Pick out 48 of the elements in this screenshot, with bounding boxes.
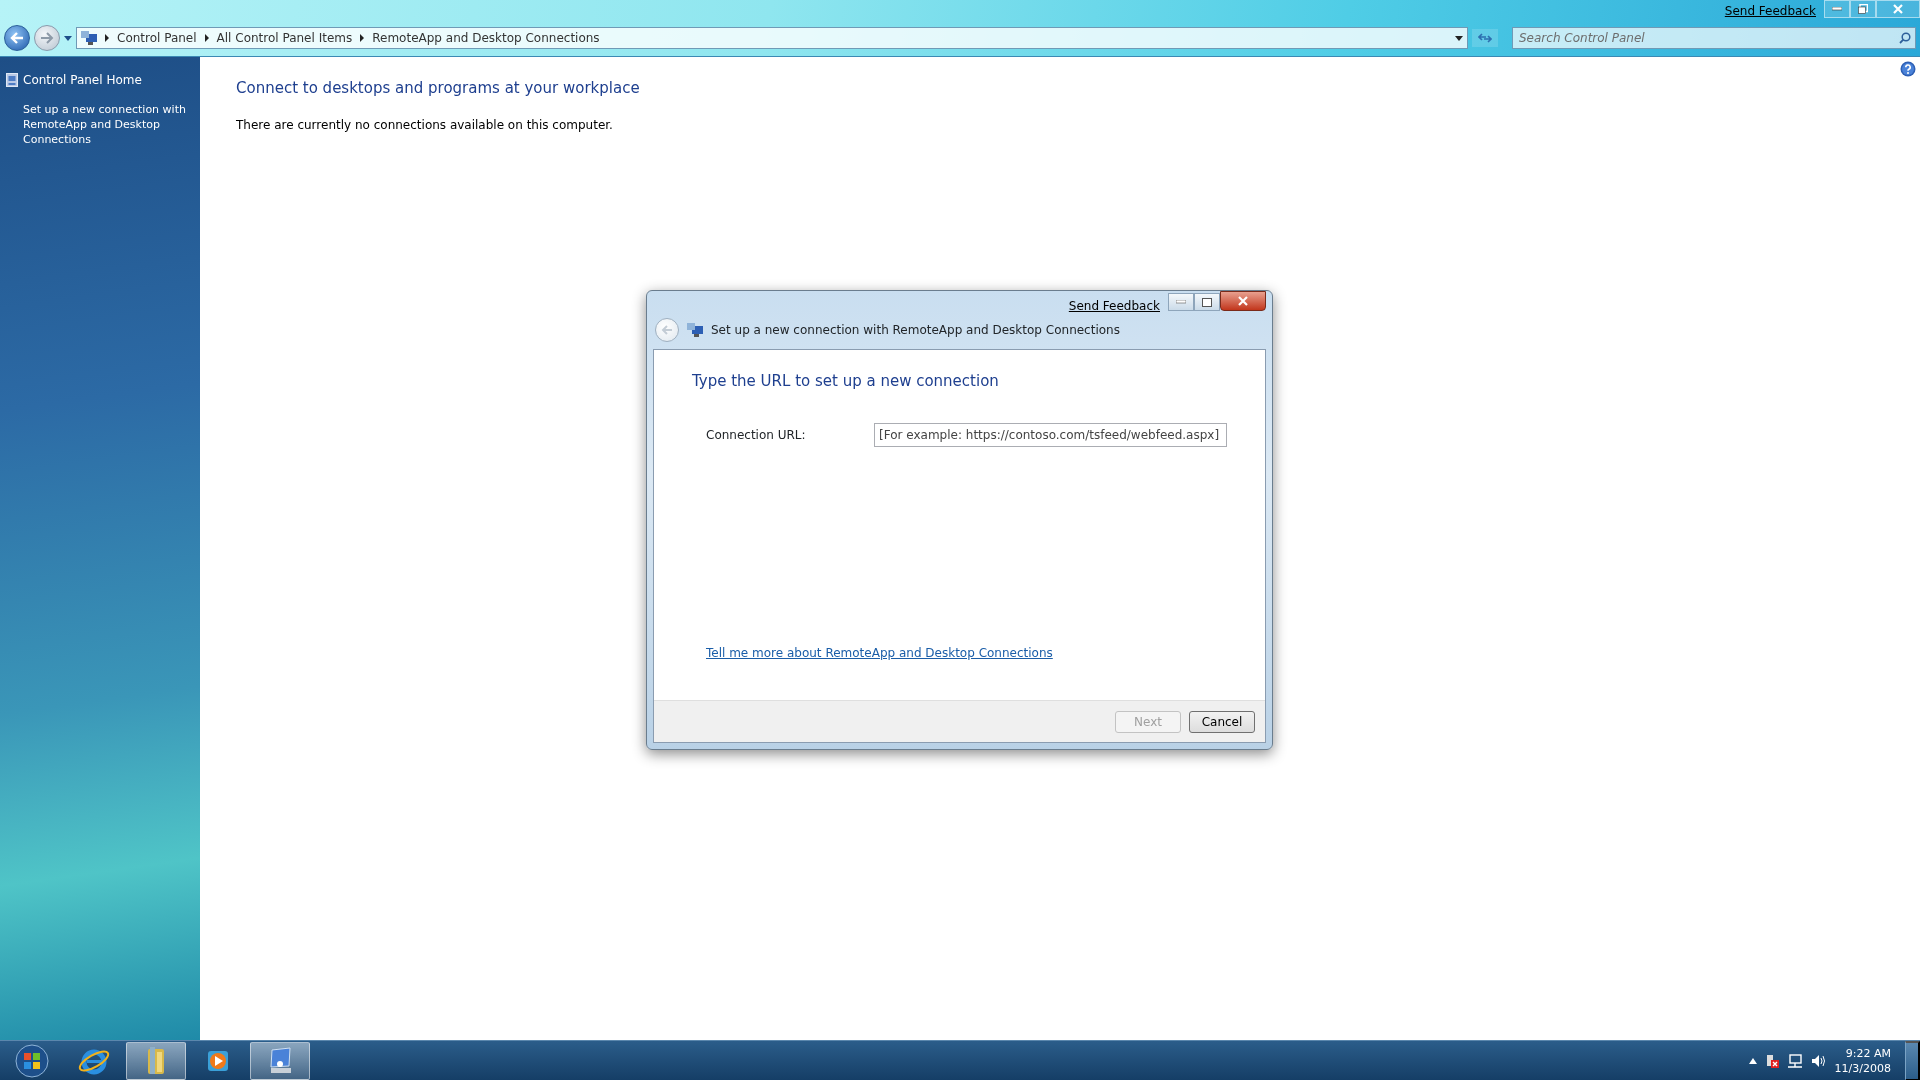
control-panel-icon [81,31,97,45]
control-panel-icon [6,73,18,87]
clock-date[interactable]: 11/3/2008 [1834,1060,1891,1076]
cancel-button[interactable]: Cancel [1189,710,1255,733]
sidebar-link[interactable]: Control Panel Home [6,73,142,88]
back-button[interactable] [4,25,30,51]
send-feedback-link[interactable]: Send Feedback [1068,291,1168,315]
maximize-button[interactable] [1194,293,1220,311]
send-feedback-link[interactable]: Send Feedback [1724,0,1824,20]
restore-button[interactable] [1850,0,1876,18]
dialog-heading: Type the URL to set up a new connection [692,371,1000,392]
close-icon [1893,4,1903,14]
close-icon [1238,296,1248,306]
network-icon[interactable] [1786,1053,1803,1068]
refresh-button[interactable] [1472,29,1498,47]
close-button[interactable] [1220,291,1266,311]
connection-icon [687,323,703,337]
page-heading: Connect to desktops and programs at your workplace [236,78,641,99]
network-error-icon[interactable] [1764,1053,1779,1068]
taskbar-button[interactable] [126,1041,186,1080]
restore-icon [1858,4,1868,14]
forward-arrow-icon [40,32,54,44]
sidebar-link[interactable]: Set up a new connection with RemoteApp and Desktop Connections [6,102,198,147]
taskbar-button[interactable] [250,1041,310,1080]
clock-time[interactable]: 9:22 AM [1845,1045,1891,1061]
maximize-icon [1202,297,1212,307]
breadcrumb-item[interactable]: All Control Panel Items [216,29,353,47]
address-bar[interactable]: Control Panel All Control Panel Items RemoteApp and Desktop Connections [76,27,1468,49]
volume-icon[interactable] [1810,1053,1827,1068]
dialog-title: Set up a new connection with RemoteApp and Desktop Connections [711,322,1120,339]
field-label: Connection URL: [706,426,807,444]
dropdown-arrow-icon[interactable] [64,35,72,41]
minimize-icon [1832,7,1842,11]
minimize-icon [1176,300,1186,304]
search-icon [1899,32,1911,44]
refresh-icon [1478,32,1492,44]
breadcrumb-item[interactable]: RemoteApp and Desktop Connections [372,29,600,47]
status-message: There are currently no connections available on this computer. [236,116,614,134]
help-icon[interactable] [1900,60,1916,77]
start-orb-icon [15,1043,49,1078]
breadcrumb-item[interactable]: Control Panel [117,29,197,47]
show-hidden-icons-icon[interactable] [1748,1057,1757,1064]
help-link[interactable]: Tell me more about RemoteApp and Desktop Connections [706,644,1053,662]
back-arrow-icon [10,32,24,44]
dropdown-arrow-icon[interactable] [1455,35,1463,41]
url-input-field[interactable]: [For example: https://contoso.com/tsfeed/webfeed.aspx] [874,422,1227,447]
back-arrow-icon [661,325,673,335]
show-desktop-button[interactable] [1905,1040,1920,1080]
